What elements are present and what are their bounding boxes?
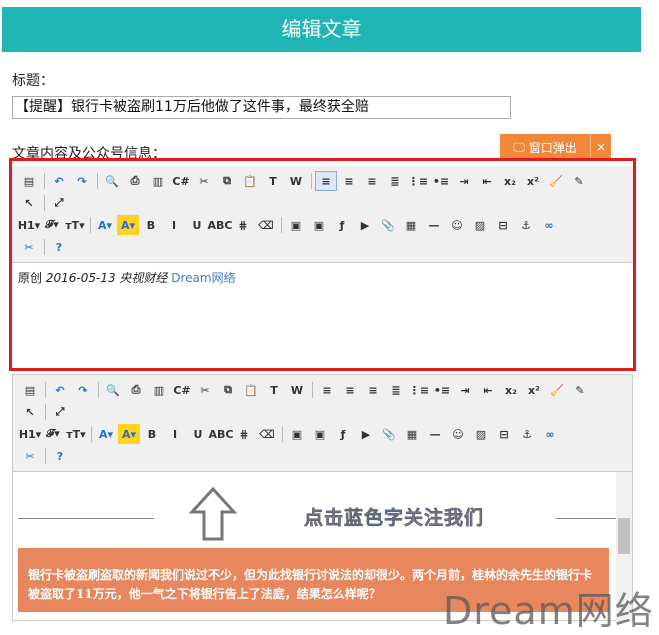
- subscript-icon[interactable]: x₂: [500, 380, 522, 400]
- anchor-icon[interactable]: ⚓: [516, 424, 538, 444]
- redo-icon[interactable]: ↷: [72, 380, 94, 400]
- ordered-list-icon[interactable]: ⋮≡: [408, 380, 430, 400]
- strikethrough-icon[interactable]: ABC: [209, 424, 234, 444]
- toolbar-row2: ↖ ⤢: [19, 401, 626, 423]
- outdent-icon[interactable]: ⇤: [477, 380, 499, 400]
- source-icon[interactable]: ▤: [19, 380, 41, 400]
- toolbar-row3: H1▾ 𝓕▾ тT▾ A▾ A▾ B I U ABC ⋕ ⌫ ▣ ▣ ƒ ▶ 📎 ▦ — ☺ ▨ ⊟ ⚓ ∞: [19, 423, 626, 445]
- align-center-icon[interactable]: ≡: [339, 380, 361, 400]
- font-size-icon[interactable]: тT▾: [65, 424, 87, 444]
- toolbar-row4: ✂?: [19, 445, 626, 467]
- paste-text-icon[interactable]: T: [263, 380, 285, 400]
- page-header: 编辑文章: [2, 7, 641, 52]
- line-height-icon[interactable]: ⋕: [233, 424, 255, 444]
- toolbar-separator: [91, 426, 92, 442]
- preview-icon[interactable]: 🔍: [102, 380, 124, 400]
- popout-button[interactable]: 🖵 窗口弹出 ×: [500, 134, 611, 160]
- align-left-icon[interactable]: ≡: [316, 380, 338, 400]
- toolbar-row1: ▤ ↶ ↷ 🔍 ⎙ ▥ C# ✂ ⧉ 📋 T W ≡ ≡ ≡ ≣ ⋮≡ •≡ ⇥ ⇤ x₂ x² 🧹 ✎: [19, 379, 626, 401]
- close-popout-button[interactable]: ×: [591, 140, 611, 154]
- toolbar-separator: [98, 382, 99, 398]
- fullscreen-icon[interactable]: ⤢: [49, 402, 71, 422]
- select-all-icon[interactable]: ✎: [569, 380, 591, 400]
- highlight-box: [9, 158, 636, 371]
- toolbar-separator: [45, 448, 46, 464]
- emoticon-icon[interactable]: ☺: [447, 424, 469, 444]
- link-icon[interactable]: ∞: [539, 424, 561, 444]
- unordered-list-icon[interactable]: •≡: [431, 380, 453, 400]
- align-right-icon[interactable]: ≡: [362, 380, 384, 400]
- up-arrow-icon: [188, 486, 238, 541]
- multi-image-icon[interactable]: ▣: [309, 424, 331, 444]
- editor-toolbar: ▤ ↶ ↷ 🔍 ⎙ ▥ C# ✂ ⧉ 📋 T W ≡ ≡ ≡ ≣ ⋮≡ •≡ ⇥ ⇤ x₂ x² 🧹 ✎ ↖ ⤢ H1▾ 𝓕▾ тT▾…: [13, 375, 632, 472]
- highlight-color-icon[interactable]: A▾: [118, 424, 140, 444]
- attachment-icon[interactable]: 📎: [378, 424, 400, 444]
- flash-icon[interactable]: ƒ: [332, 424, 354, 444]
- monitor-icon: 🖵: [513, 139, 525, 154]
- paste-word-icon[interactable]: W: [286, 380, 308, 400]
- media-icon[interactable]: ▶: [355, 424, 377, 444]
- underline-icon[interactable]: U: [187, 424, 209, 444]
- print-icon[interactable]: ⎙: [125, 380, 147, 400]
- eraser-icon[interactable]: ⌫: [256, 424, 278, 444]
- table-icon[interactable]: ▦: [401, 424, 423, 444]
- toolbar-separator: [45, 404, 46, 420]
- insert-image-icon[interactable]: ▨: [470, 424, 492, 444]
- watermark: Dream网络: [443, 589, 654, 633]
- template-icon[interactable]: ▥: [148, 380, 170, 400]
- popout-label: 窗口弹出: [528, 140, 577, 155]
- hr-icon[interactable]: —: [424, 424, 446, 444]
- image-icon[interactable]: ▣: [286, 424, 308, 444]
- divider: [18, 518, 154, 519]
- italic-icon[interactable]: I: [164, 424, 186, 444]
- help-icon[interactable]: ?: [49, 446, 71, 466]
- copy-icon[interactable]: ⧉: [217, 380, 239, 400]
- justify-icon[interactable]: ≣: [385, 380, 407, 400]
- unlink-icon[interactable]: ✂: [19, 446, 41, 466]
- clear-format-icon[interactable]: 🧹: [546, 380, 568, 400]
- heading-icon[interactable]: H1▾: [19, 424, 41, 444]
- superscript-icon[interactable]: x²: [523, 380, 545, 400]
- toolbar-separator: [312, 382, 313, 398]
- toolbar-separator: [45, 382, 46, 398]
- indent-icon[interactable]: ⇥: [454, 380, 476, 400]
- title-label: 标题：: [12, 73, 54, 89]
- code-icon[interactable]: C#: [171, 380, 193, 400]
- toolbar-separator: [282, 426, 283, 442]
- font-color-icon[interactable]: A▾: [95, 424, 117, 444]
- page-break-icon[interactable]: ⊟: [493, 424, 515, 444]
- font-family-icon[interactable]: 𝓕▾: [42, 424, 64, 444]
- cut-icon[interactable]: ✂: [194, 380, 216, 400]
- undo-icon[interactable]: ↶: [49, 380, 71, 400]
- follow-banner: 点击蓝色字关注我们: [304, 507, 485, 530]
- title-input[interactable]: 【提醒】银行卡被盗刷11万后他做了这件事，最终获全赔: [12, 96, 511, 119]
- bold-icon[interactable]: B: [141, 424, 163, 444]
- paste-icon[interactable]: 📋: [240, 380, 262, 400]
- divider: [556, 518, 616, 519]
- pointer-icon[interactable]: ↖: [19, 402, 41, 422]
